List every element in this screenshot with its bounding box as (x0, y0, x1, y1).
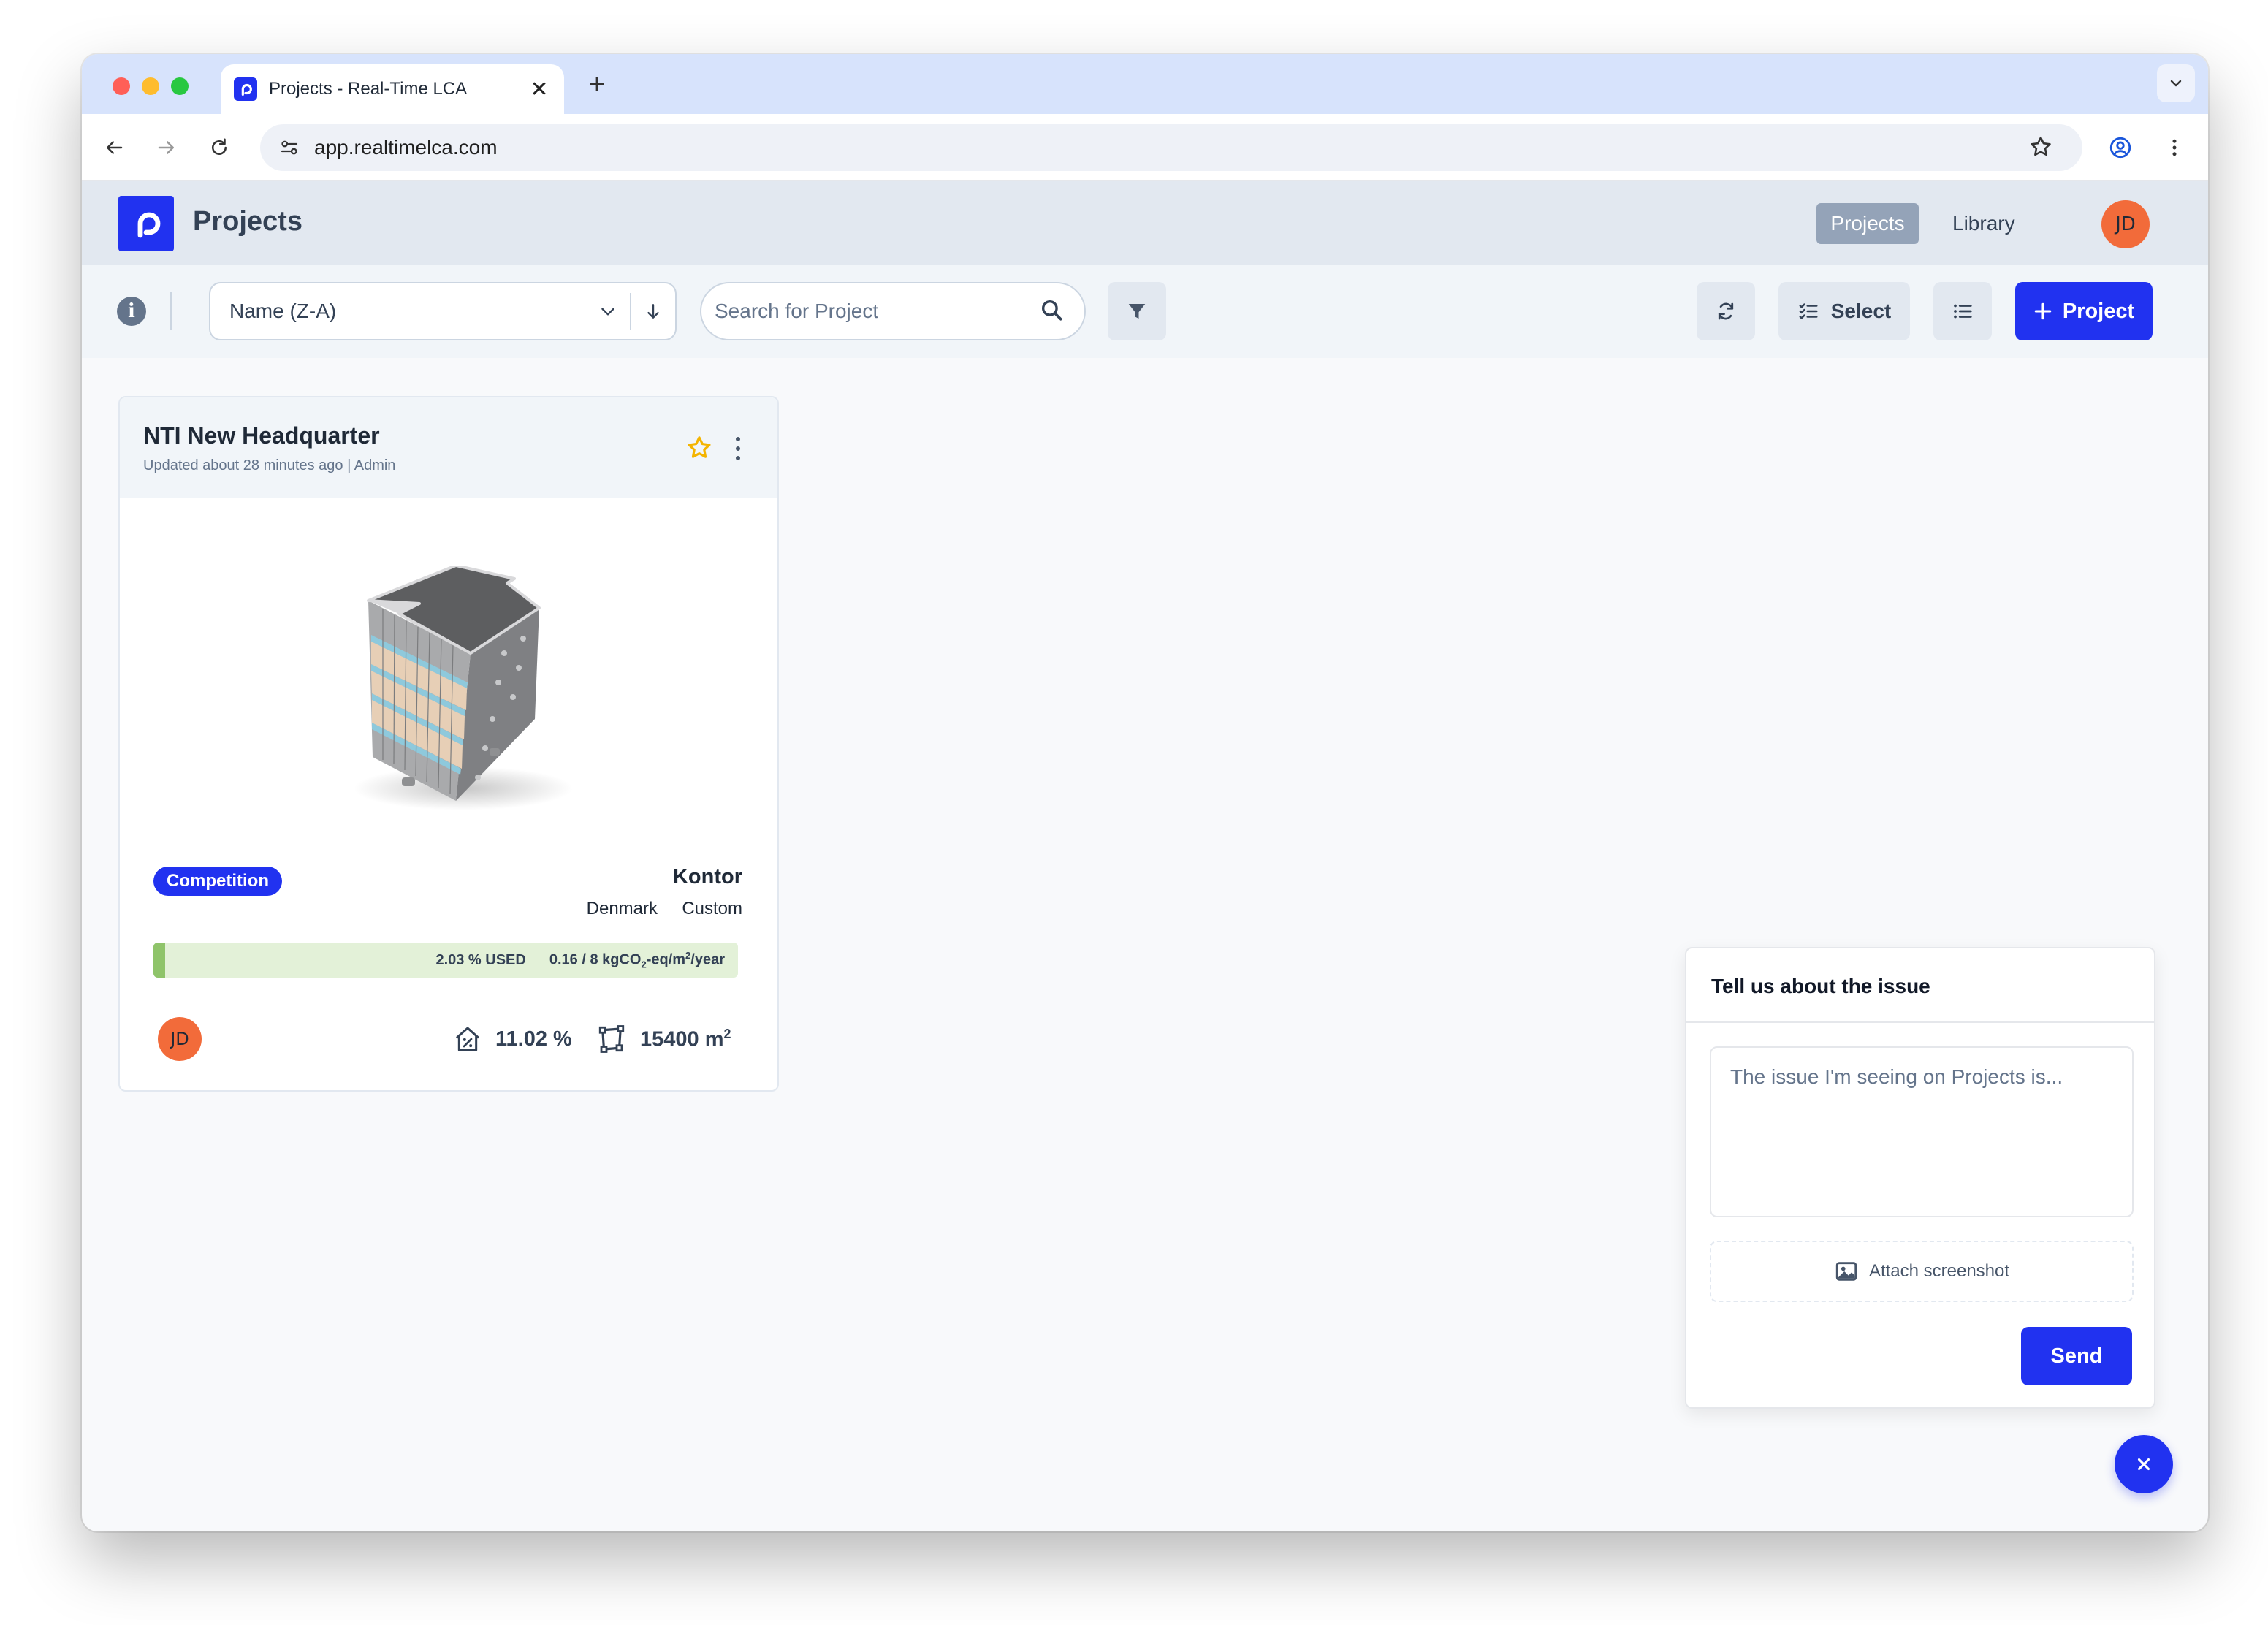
feedback-panel: Tell us about the issue Attach screensho… (1685, 947, 2155, 1409)
budget-usage-bar: 2.03 % USED 0.16 / 8 kgCO2-eq/m2/year (153, 943, 738, 978)
maximize-window-button[interactable] (171, 77, 189, 95)
project-card-header: NTI New Headquarter Updated about 28 min… (120, 397, 777, 498)
new-tab-button[interactable]: + (580, 67, 614, 101)
browser-menu-button[interactable] (2157, 130, 2192, 165)
info-icon[interactable]: i (117, 297, 146, 326)
budget-value-label: 0.16 / 8 kgCO2-eq/m2/year (549, 950, 725, 970)
profile-button[interactable] (2103, 130, 2138, 165)
nav-library-tab[interactable]: Library (1952, 203, 2015, 244)
project-method: Custom (682, 899, 742, 918)
refresh-button[interactable] (1697, 282, 1755, 340)
project-country: Denmark (586, 899, 658, 918)
send-button[interactable]: Send (2021, 1327, 2132, 1385)
close-feedback-button[interactable] (2115, 1435, 2173, 1493)
app-header: Projects Projects Library JD (82, 181, 2208, 265)
building-3d-preview[interactable] (339, 566, 573, 821)
sort-value: Name (Z-A) (229, 300, 337, 322)
browser-toolbar: app.realtimelca.com (82, 114, 2208, 181)
filter-bar: i Name (Z-A) Select (82, 265, 2208, 358)
divider (1686, 1021, 2154, 1023)
site-settings-icon[interactable] (275, 133, 304, 162)
favorite-star-icon[interactable] (685, 434, 713, 465)
plus-icon (2034, 302, 2052, 320)
tab-title: Projects - Real-Time LCA (269, 79, 468, 99)
bookmark-star-icon[interactable] (2028, 134, 2053, 163)
forward-button[interactable] (149, 130, 184, 165)
attach-screenshot-button[interactable]: Attach screenshot (1710, 1241, 2134, 1302)
project-title[interactable]: NTI New Headquarter (143, 422, 380, 449)
tab-strip: Projects - Real-Time LCA ✕ + (82, 54, 2208, 114)
feedback-textarea[interactable] (1710, 1046, 2134, 1217)
browser-window: Projects - Real-Time LCA ✕ + app.realtim… (82, 54, 2208, 1531)
search-input[interactable] (715, 300, 1039, 323)
back-button[interactable] (96, 130, 132, 165)
arrow-left-icon (107, 141, 123, 154)
project-card[interactable]: NTI New Headquarter Updated about 28 min… (118, 396, 779, 1092)
list-view-button[interactable] (1933, 282, 1992, 340)
reload-button[interactable] (202, 130, 237, 165)
project-percent-value: 11.02 % (495, 1027, 572, 1051)
nav-projects-tab[interactable]: Projects (1816, 203, 1919, 244)
project-updated-text: Updated about 28 minutes ago | Admin (143, 457, 396, 473)
budget-usage-fill (153, 943, 166, 978)
app-favicon-icon (234, 77, 257, 101)
close-window-button[interactable] (113, 77, 130, 95)
search-icon[interactable] (1039, 297, 1064, 326)
minimize-window-button[interactable] (142, 77, 159, 95)
attach-screenshot-label: Attach screenshot (1868, 1261, 2010, 1281)
url-text: app.realtimelca.com (314, 136, 498, 159)
browser-tab-projects[interactable]: Projects - Real-Time LCA ✕ (221, 64, 564, 114)
address-bar[interactable]: app.realtimelca.com (260, 124, 2082, 171)
close-icon (2137, 1458, 2150, 1471)
project-type: Kontor (672, 865, 742, 888)
new-project-button[interactable]: Project (2015, 282, 2153, 340)
list-icon (1954, 304, 1972, 319)
select-label: Select (1830, 300, 1892, 322)
tab-search-button[interactable] (2157, 64, 2195, 102)
new-project-label: Project (2062, 299, 2135, 323)
arrow-right-icon (158, 141, 174, 154)
filter-icon (1128, 304, 1146, 319)
project-area-value: 15400 m2 (640, 1026, 731, 1051)
search-box[interactable] (700, 282, 1086, 340)
tab-close-icon[interactable]: ✕ (528, 77, 551, 102)
arrow-down-icon (647, 304, 659, 319)
project-owner-avatar[interactable]: JD (158, 1017, 202, 1061)
project-status-badge: Competition (153, 867, 282, 896)
project-area-stat: 15400 m2 (596, 1017, 731, 1061)
checklist-icon (1799, 303, 1818, 319)
account-circle-icon (2109, 137, 2131, 159)
usage-percent-label: 2.03 % USED (435, 951, 526, 968)
chevron-down-icon (586, 302, 630, 321)
project-percent-stat: 11.02 % (453, 1017, 572, 1061)
house-percent-icon (456, 1027, 479, 1051)
page-title: Projects (193, 206, 302, 237)
select-button[interactable]: Select (1778, 282, 1910, 340)
feedback-title: Tell us about the issue (1711, 975, 1930, 997)
app-logo-icon[interactable] (118, 196, 174, 251)
more-vertical-icon (2172, 139, 2177, 156)
sort-direction-button[interactable] (631, 302, 675, 321)
divider (170, 292, 172, 330)
image-icon (1835, 1262, 1857, 1281)
user-avatar[interactable]: JD (2101, 200, 2150, 248)
area-polygon-icon (598, 1025, 625, 1053)
chevron-down-icon (2170, 80, 2182, 87)
reload-icon (212, 138, 227, 155)
refresh-icon (1718, 302, 1734, 320)
more-vertical-icon[interactable] (731, 434, 745, 463)
filter-button[interactable] (1108, 282, 1166, 340)
sort-select[interactable]: Name (Z-A) (209, 282, 677, 340)
